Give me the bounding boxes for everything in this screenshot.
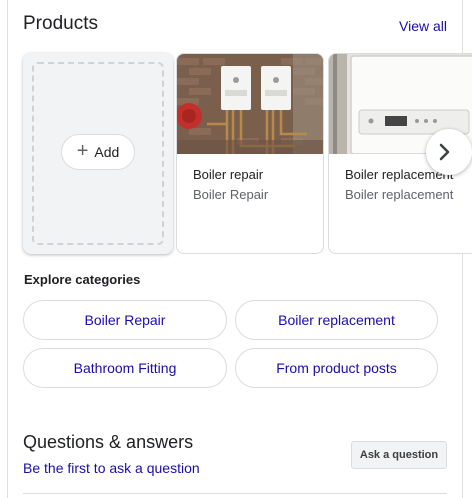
category-chip-product-posts[interactable]: From product posts (235, 348, 438, 388)
category-chip-boiler-repair[interactable]: Boiler Repair (23, 300, 227, 340)
add-product-card[interactable]: + Add (23, 53, 173, 254)
product-category: Boiler Repair (193, 187, 269, 202)
category-chip-bathroom-fitting[interactable]: Bathroom Fitting (23, 348, 227, 388)
product-category: Boiler replacement (345, 187, 454, 202)
category-chip-boiler-replacement[interactable]: Boiler replacement (235, 300, 438, 340)
products-title: Products (23, 13, 98, 34)
add-button-label: Add (94, 144, 120, 160)
ask-question-button[interactable]: Ask a question (351, 441, 447, 469)
view-all-link[interactable]: View all (399, 18, 447, 34)
carousel-next-button[interactable] (426, 129, 472, 175)
product-card-boiler-repair[interactable]: Boiler repair Boiler Repair (176, 53, 324, 254)
explore-categories-heading: Explore categories (24, 272, 141, 287)
plus-icon: + (76, 140, 89, 162)
product-image-boiler-repair (177, 54, 323, 154)
chevron-right-icon (439, 143, 450, 161)
qa-title: Questions & answers (23, 432, 194, 452)
first-question-link[interactable]: Be the first to ask a question (23, 460, 200, 476)
add-product-button[interactable]: + Add (61, 134, 135, 170)
divider (23, 493, 447, 494)
product-name: Boiler repair (193, 167, 264, 182)
